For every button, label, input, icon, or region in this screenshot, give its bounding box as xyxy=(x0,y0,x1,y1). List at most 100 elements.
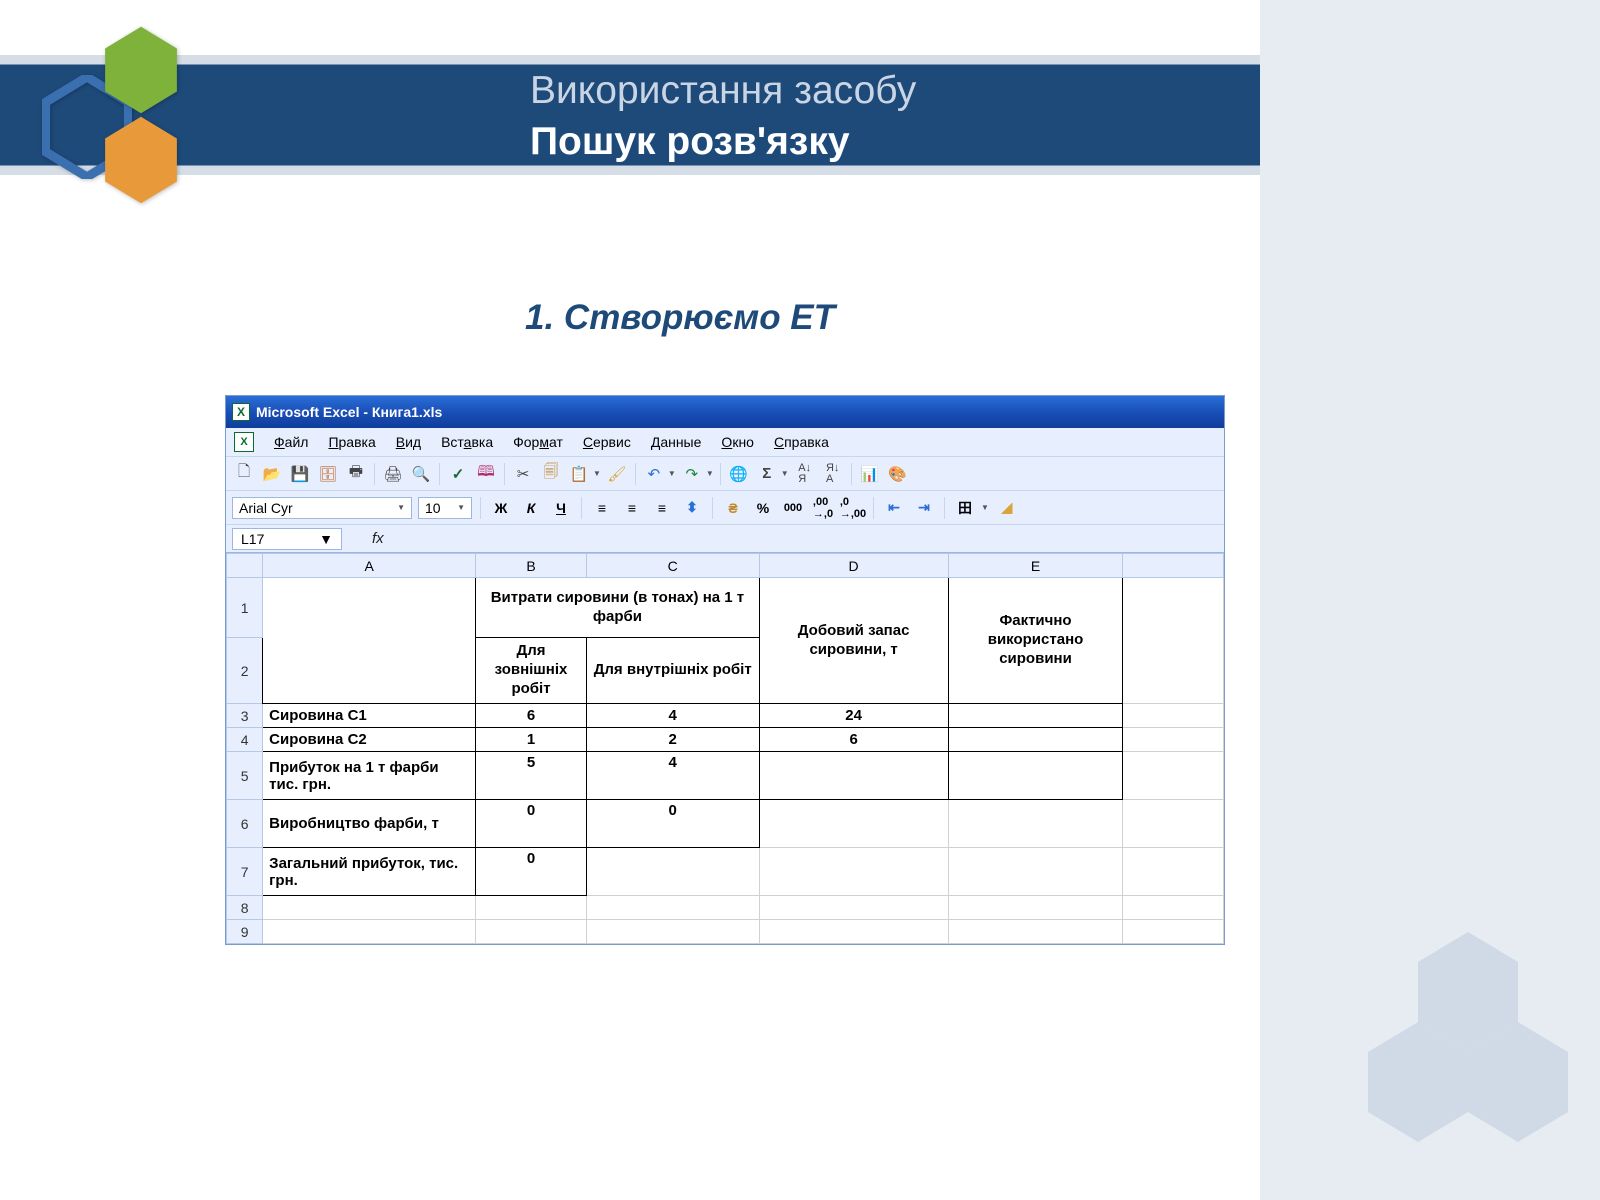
copy-icon[interactable]: 🗐 xyxy=(539,462,563,486)
align-right-icon[interactable]: ≡ xyxy=(650,496,674,520)
cell-E8[interactable] xyxy=(948,896,1123,920)
fill-color-icon[interactable]: ◢ xyxy=(995,496,1019,520)
cell-D3[interactable]: 24 xyxy=(759,704,948,728)
cell-D1[interactable]: Добовий запас сировини, т xyxy=(759,578,948,704)
col-B[interactable]: B xyxy=(476,554,587,578)
bold-button[interactable]: Ж xyxy=(489,496,513,520)
cell-A4[interactable]: Сировина С2 xyxy=(263,728,476,752)
cell-A1[interactable] xyxy=(263,578,476,704)
cell-E4[interactable] xyxy=(948,728,1123,752)
drawing-icon[interactable]: 🎨 xyxy=(886,462,910,486)
menu-tools[interactable]: Сервис xyxy=(583,434,631,450)
menu-insert[interactable]: Вставка xyxy=(441,434,493,450)
fx-label[interactable]: fx xyxy=(372,530,384,547)
cell-C7[interactable] xyxy=(586,848,759,896)
font-name-combo[interactable]: Arial Cyr ▼ xyxy=(232,497,412,519)
col-C[interactable]: C xyxy=(586,554,759,578)
cell-A8[interactable] xyxy=(263,896,476,920)
cell-F3[interactable] xyxy=(1123,704,1224,728)
cell-B7[interactable]: 0 xyxy=(476,848,587,896)
print-icon[interactable]: 🖶 xyxy=(344,462,368,486)
cell-A6[interactable]: Виробництво фарби, т xyxy=(263,800,476,848)
chart-icon[interactable]: 📊 xyxy=(858,462,882,486)
align-center-icon[interactable]: ≡ xyxy=(620,496,644,520)
undo-dropdown-icon[interactable]: ▼ xyxy=(668,469,676,478)
borders-dropdown-icon[interactable]: ▼ xyxy=(981,503,989,512)
redo-icon[interactable]: ↷ xyxy=(680,462,704,486)
menu-help[interactable]: Справка xyxy=(774,434,829,450)
cell-B5[interactable]: 5 xyxy=(476,752,587,800)
paste-dropdown-icon[interactable]: ▼ xyxy=(593,469,601,478)
cell-F7[interactable] xyxy=(1123,848,1224,896)
menu-format[interactable]: Формат xyxy=(513,434,563,450)
row-1[interactable]: 1 xyxy=(227,578,263,638)
cell-C8[interactable] xyxy=(586,896,759,920)
currency-icon[interactable]: ₴ xyxy=(721,496,745,520)
row-4[interactable]: 4 xyxy=(227,728,263,752)
select-all-corner[interactable] xyxy=(227,554,263,578)
cell-D8[interactable] xyxy=(759,896,948,920)
new-icon[interactable]: 🗋 xyxy=(232,462,256,486)
redo-dropdown-icon[interactable]: ▼ xyxy=(706,469,714,478)
align-left-icon[interactable]: ≡ xyxy=(590,496,614,520)
print-preview-icon[interactable]: 🖨 xyxy=(381,462,405,486)
dec-indent-icon[interactable]: ⇤ xyxy=(882,496,906,520)
worksheet[interactable]: A B C D E 1 Витрати сировини (в тонах) н… xyxy=(226,552,1224,944)
menu-data[interactable]: Данные xyxy=(651,434,702,450)
cell-B6[interactable]: 0 xyxy=(476,800,587,848)
menu-file[interactable]: Файл xyxy=(274,434,308,450)
name-box[interactable]: L17 ▼ xyxy=(232,528,342,550)
col-E[interactable]: E xyxy=(948,554,1123,578)
cell-C2[interactable]: Для внутрішніх робіт xyxy=(586,638,759,704)
save-as-icon[interactable]: 🗄 xyxy=(316,462,340,486)
cell-C5[interactable]: 4 xyxy=(586,752,759,800)
cell-D9[interactable] xyxy=(759,920,948,944)
cell-E7[interactable] xyxy=(948,848,1123,896)
cell-C4[interactable]: 2 xyxy=(586,728,759,752)
open-icon[interactable]: 📂 xyxy=(260,462,284,486)
menu-window[interactable]: Окно xyxy=(721,434,754,450)
cell-E6[interactable] xyxy=(948,800,1123,848)
cell-A7[interactable]: Загальний прибуток, тис. грн. xyxy=(263,848,476,896)
cut-icon[interactable]: ✂ xyxy=(511,462,535,486)
cell-E9[interactable] xyxy=(948,920,1123,944)
merge-center-icon[interactable]: ⬍ xyxy=(680,496,704,520)
row-8[interactable]: 8 xyxy=(227,896,263,920)
col-A[interactable]: A xyxy=(263,554,476,578)
cell-E5[interactable] xyxy=(948,752,1123,800)
underline-button[interactable]: Ч xyxy=(549,496,573,520)
row-5[interactable]: 5 xyxy=(227,752,263,800)
cell-A3[interactable]: Сировина С1 xyxy=(263,704,476,728)
zoom-icon[interactable]: 🔍 xyxy=(409,462,433,486)
cell-F8[interactable] xyxy=(1123,896,1224,920)
col-D[interactable]: D xyxy=(759,554,948,578)
cell-F5[interactable] xyxy=(1123,752,1224,800)
paste-icon[interactable]: 📋 xyxy=(567,462,591,486)
autosum-dropdown-icon[interactable]: ▼ xyxy=(781,469,789,478)
cell-B1C1[interactable]: Витрати сировини (в тонах) на 1 т фарби xyxy=(476,578,759,638)
dec-decimal-icon[interactable]: ,0→,00 xyxy=(841,496,865,520)
sort-desc-icon[interactable]: Я↓А xyxy=(821,462,845,486)
cell-C6[interactable]: 0 xyxy=(586,800,759,848)
italic-button[interactable]: К xyxy=(519,496,543,520)
cell-C3[interactable]: 4 xyxy=(586,704,759,728)
cell-C9[interactable] xyxy=(586,920,759,944)
undo-icon[interactable]: ↶ xyxy=(642,462,666,486)
research-icon[interactable]: 🕮 xyxy=(474,462,498,486)
borders-icon[interactable]: 田 xyxy=(953,496,977,520)
format-painter-icon[interactable]: 🖌 xyxy=(605,462,629,486)
percent-icon[interactable]: % xyxy=(751,496,775,520)
menu-edit[interactable]: Правка xyxy=(328,434,375,450)
cell-E3[interactable] xyxy=(948,704,1123,728)
cell-B3[interactable]: 6 xyxy=(476,704,587,728)
autosum-icon[interactable]: Σ xyxy=(755,462,779,486)
cell-D7[interactable] xyxy=(759,848,948,896)
cell-D5[interactable] xyxy=(759,752,948,800)
cell-D4[interactable]: 6 xyxy=(759,728,948,752)
inc-indent-icon[interactable]: ⇥ xyxy=(912,496,936,520)
cell-B2[interactable]: Для зовнішніх робіт xyxy=(476,638,587,704)
cell-F1[interactable] xyxy=(1123,578,1224,704)
font-size-combo[interactable]: 10 ▼ xyxy=(418,497,472,519)
row-9[interactable]: 9 xyxy=(227,920,263,944)
row-3[interactable]: 3 xyxy=(227,704,263,728)
